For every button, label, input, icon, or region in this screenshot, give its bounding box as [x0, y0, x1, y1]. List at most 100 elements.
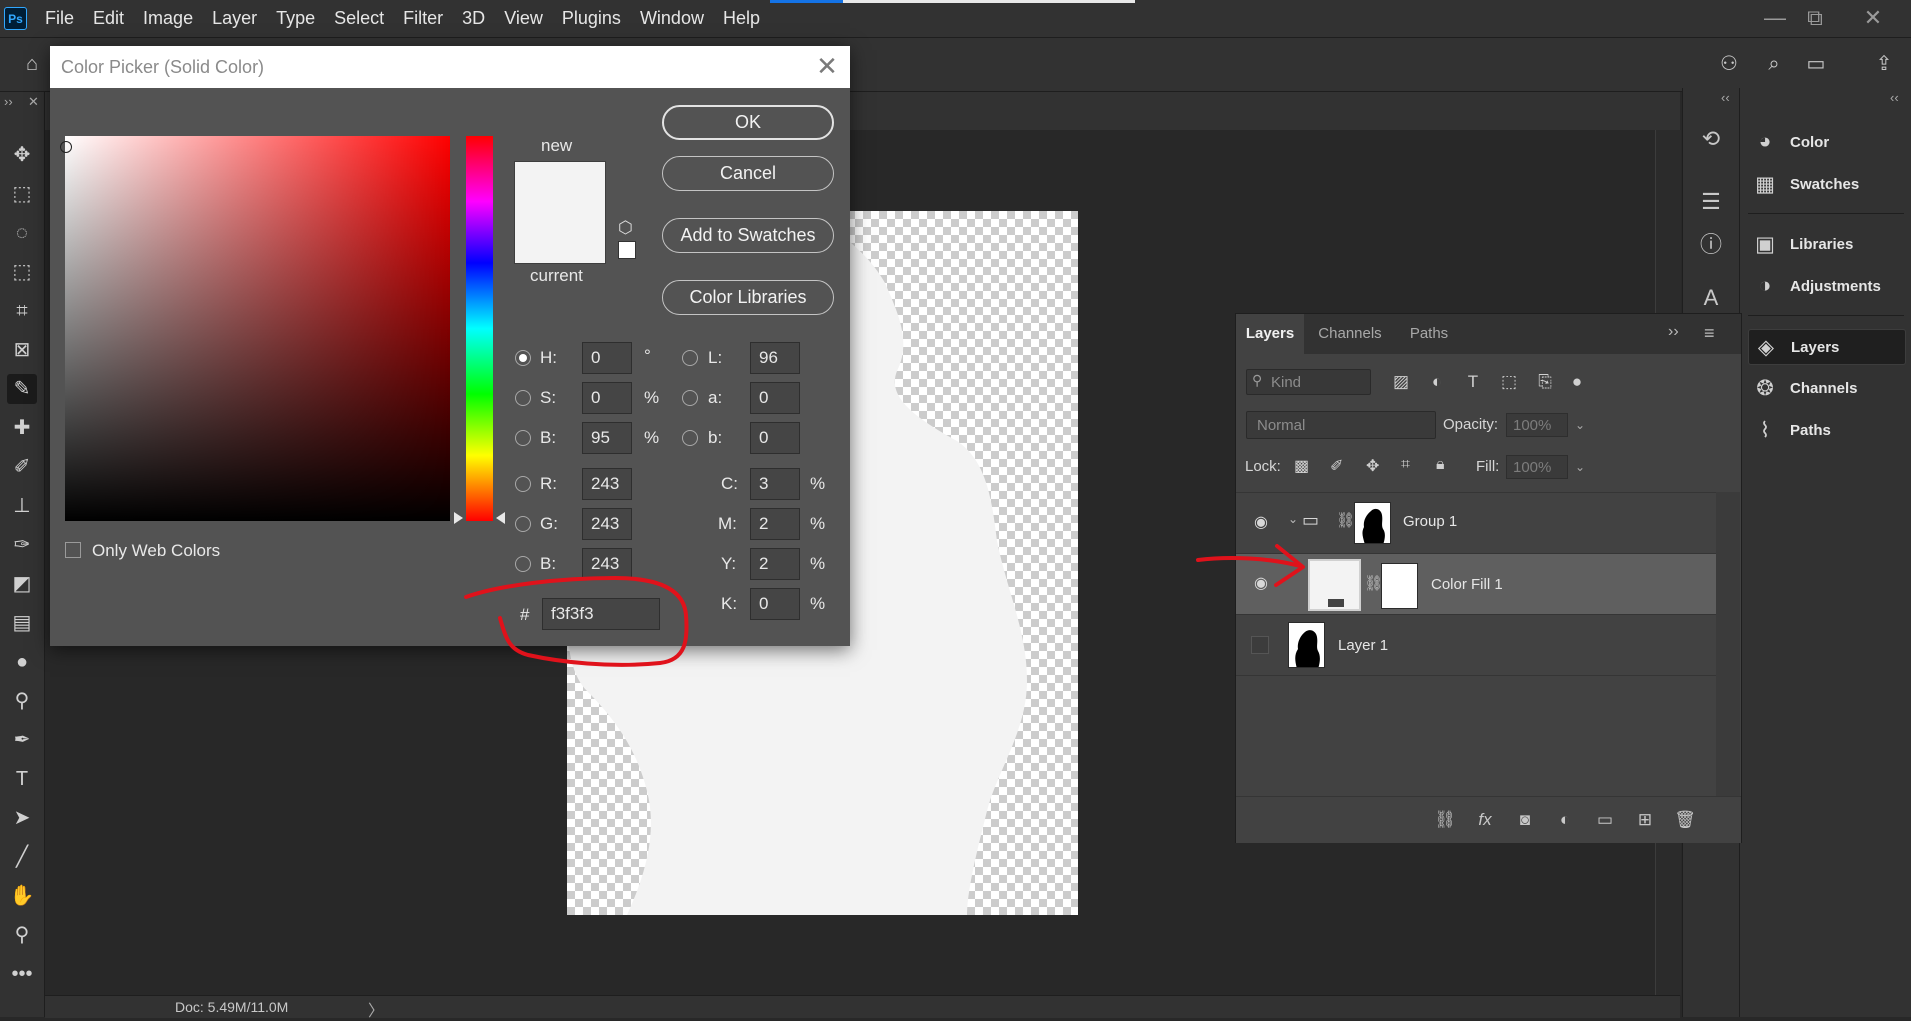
menu-type[interactable]: Type: [276, 8, 315, 29]
filter-toggle-icon[interactable]: ●: [1564, 369, 1590, 395]
frame-tool-icon[interactable]: ⊠: [7, 335, 37, 365]
close-icon[interactable]: ✕: [812, 51, 842, 81]
kind-filter-select[interactable]: Kind: [1246, 369, 1371, 395]
smartobject-filter-icon[interactable]: ⎘: [1532, 369, 1558, 395]
info-icon[interactable]: ⓘ: [1696, 230, 1726, 260]
layer-row-layer-1[interactable]: Layer 1: [1236, 614, 1716, 676]
only-web-colors-checkbox[interactable]: [65, 542, 81, 558]
radio-blue[interactable]: [515, 556, 531, 572]
eraser-tool-icon[interactable]: ◩: [7, 569, 37, 599]
m-input[interactable]: 2: [750, 508, 800, 540]
history-icon[interactable]: ⟲: [1696, 124, 1726, 154]
hue-slider[interactable]: [466, 136, 493, 521]
new-layer-icon[interactable]: ⊞: [1632, 808, 1658, 832]
menu-view[interactable]: View: [504, 8, 543, 29]
link-layers-icon[interactable]: ⛓: [1432, 808, 1458, 832]
radio-s[interactable]: [515, 390, 531, 406]
menu-window[interactable]: Window: [640, 8, 704, 29]
l-input[interactable]: 96: [750, 342, 800, 374]
radio-g[interactable]: [515, 516, 531, 532]
c-input[interactable]: 3: [750, 468, 800, 500]
out-of-gamut-cube-icon[interactable]: ⬡: [618, 218, 633, 238]
menu-file[interactable]: File: [45, 8, 74, 29]
path-select-tool-icon[interactable]: ➤: [7, 803, 37, 833]
marquee-tool-icon[interactable]: ⬚: [7, 179, 37, 209]
panel-menu-icon[interactable]: ≡: [1704, 323, 1715, 344]
layers-scrollbar[interactable]: [1716, 492, 1740, 796]
tab-layers[interactable]: Layers: [1236, 314, 1304, 354]
lock-pixels-icon[interactable]: ✐: [1330, 456, 1343, 476]
new-group-icon[interactable]: ▭: [1592, 808, 1618, 832]
menu-edit[interactable]: Edit: [93, 8, 124, 29]
dodge-tool-icon[interactable]: ⚲: [7, 686, 37, 716]
menu-select[interactable]: Select: [334, 8, 384, 29]
export-icon[interactable]: ⇪: [1870, 50, 1898, 78]
line-tool-icon[interactable]: ╱: [7, 842, 37, 872]
search-icon[interactable]: ⌕: [1760, 50, 1788, 78]
layer-thumbnail[interactable]: [1288, 622, 1325, 668]
adjustment-filter-icon[interactable]: ◐: [1424, 369, 1450, 395]
status-chevron-icon[interactable]: 〉: [368, 997, 384, 1021]
dock-item-swatches[interactable]: ▦ Swatches: [1748, 167, 1904, 201]
menu-help[interactable]: Help: [723, 8, 760, 29]
home-icon[interactable]: ⌂: [18, 50, 46, 78]
fill-field[interactable]: 100%: [1506, 455, 1568, 479]
opacity-chevron-icon[interactable]: ⌄: [1570, 413, 1590, 437]
ok-button[interactable]: OK: [662, 105, 834, 140]
radio-r[interactable]: [515, 476, 531, 492]
visibility-eye-icon[interactable]: ◉: [1250, 574, 1272, 594]
pen-tool-icon[interactable]: ✒: [7, 725, 37, 755]
h-input[interactable]: 0: [582, 342, 632, 374]
lasso-tool-icon[interactable]: ◌: [7, 218, 37, 248]
menu-3d[interactable]: 3D: [462, 8, 485, 29]
hex-input[interactable]: f3f3f3: [542, 598, 660, 630]
layer-row-color-fill-1[interactable]: ◉ ⛓ Color Fill 1: [1236, 553, 1716, 614]
blue-input[interactable]: 243: [582, 548, 632, 580]
dock-item-color[interactable]: ◕ Color: [1748, 125, 1904, 159]
panel-expand-icon[interactable]: ››: [1668, 323, 1679, 341]
menu-layer[interactable]: Layer: [212, 8, 257, 29]
gradient-tool-icon[interactable]: ▤: [7, 608, 37, 638]
history-brush-tool-icon[interactable]: ✑: [7, 530, 37, 560]
menu-filter[interactable]: Filter: [403, 8, 443, 29]
dock-item-channels[interactable]: ❂ Channels: [1748, 371, 1904, 405]
hue-slider-right-arrow[interactable]: [496, 512, 505, 524]
strip-collapse-icon[interactable]: ‹‹: [1721, 90, 1730, 105]
group-mask-thumbnail[interactable]: [1354, 502, 1391, 544]
layer-name[interactable]: Layer 1: [1338, 637, 1388, 654]
shape-filter-icon[interactable]: ⬚: [1496, 369, 1522, 395]
color-field[interactable]: [60, 136, 450, 521]
a-input[interactable]: 0: [750, 382, 800, 414]
hand-tool-icon[interactable]: ✋: [7, 881, 37, 911]
zoom-tool-icon[interactable]: ⚲: [7, 920, 37, 950]
visibility-toggle-off[interactable]: [1251, 636, 1269, 654]
tab-paths[interactable]: Paths: [1396, 314, 1462, 354]
lock-all-icon[interactable]: 🔒︎: [1436, 456, 1445, 474]
s-input[interactable]: 0: [582, 382, 632, 414]
color-libraries-button[interactable]: Color Libraries: [662, 280, 834, 315]
properties-icon[interactable]: ☰: [1696, 187, 1726, 217]
more-tools-icon[interactable]: •••: [7, 959, 37, 989]
blend-mode-select[interactable]: Normal: [1246, 411, 1436, 439]
crop-tool-icon[interactable]: ⌗: [7, 296, 37, 326]
y-input[interactable]: 2: [750, 548, 800, 580]
stamp-tool-icon[interactable]: ⊥: [7, 491, 37, 521]
dock-item-adjustments[interactable]: ◑ Adjustments: [1748, 269, 1904, 303]
add-mask-icon[interactable]: ◙: [1512, 808, 1538, 832]
lock-transparency-icon[interactable]: ▩: [1294, 456, 1309, 476]
menu-image[interactable]: Image: [143, 8, 193, 29]
lock-position-icon[interactable]: ✥: [1366, 456, 1379, 476]
opacity-field[interactable]: 100%: [1506, 413, 1568, 437]
dock-collapse-icon[interactable]: ‹‹: [1890, 90, 1899, 105]
color-field-marker[interactable]: [60, 141, 72, 153]
fill-color-thumbnail[interactable]: [1308, 559, 1361, 611]
cancel-button[interactable]: Cancel: [662, 156, 834, 191]
radio-lab-b[interactable]: [682, 430, 698, 446]
blur-tool-icon[interactable]: ●: [7, 647, 37, 677]
mask-link-icon[interactable]: ⛓: [1336, 511, 1355, 529]
fill-chevron-icon[interactable]: ⌄: [1570, 455, 1590, 479]
dialog-titlebar[interactable]: Color Picker (Solid Color) ✕: [50, 46, 850, 88]
fx-icon[interactable]: fx: [1472, 808, 1498, 832]
radio-b[interactable]: [515, 430, 531, 446]
layer-row-group-1[interactable]: ◉ ⌄ ▭ ⛓ Group 1: [1236, 492, 1716, 553]
